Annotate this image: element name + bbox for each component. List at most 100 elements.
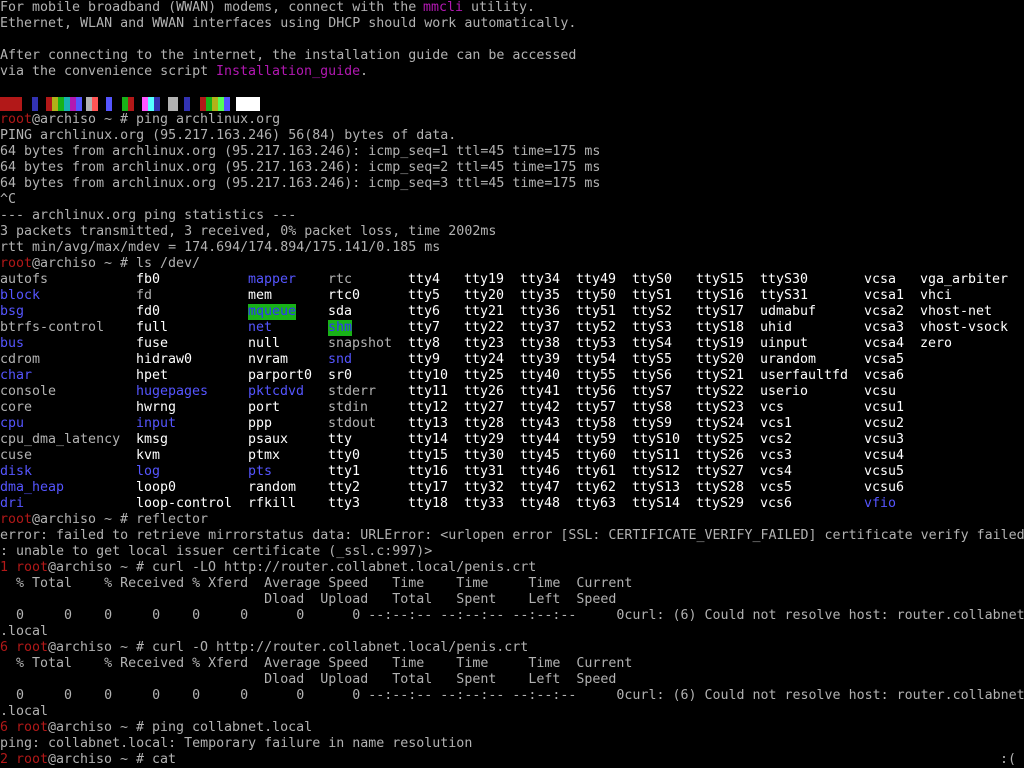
dev-entry-tty46: tty46	[520, 464, 561, 479]
intro-text: utility.	[463, 0, 536, 15]
dev-entry-tty43: tty43	[520, 416, 561, 431]
intro-line-4: After connecting to the internet, the in…	[0, 48, 1024, 64]
dev-entry-tty9: tty9	[408, 352, 441, 367]
command-text: ping archlinux.org	[136, 112, 281, 127]
dev-entry-tty17: tty17	[408, 480, 449, 495]
dev-entry-bsg: bsg	[0, 304, 25, 319]
dev-entry-tty10: tty10	[408, 368, 449, 383]
intro-line-2: Ethernet, WLAN and WWAN interfaces using…	[0, 16, 1024, 32]
dev-entry-vcsa5: vcsa5	[864, 352, 905, 367]
curl-progress-wrap: .local	[0, 624, 49, 639]
dev-entry-parport0: parport0	[248, 368, 313, 383]
output-text: 3 packets transmitted, 3 received, 0% pa…	[0, 224, 497, 239]
output-line: rtt min/avg/max/mdev = 174.694/174.894/1…	[0, 240, 1024, 256]
dev-entry-tty: tty	[328, 432, 353, 447]
dev-entry-tty7: tty7	[408, 320, 441, 335]
dev-entry-tty23: tty23	[464, 336, 505, 351]
dev-entry-vhost-vsock: vhost-vsock	[920, 320, 1009, 335]
dev-entry-tty44: tty44	[520, 432, 561, 447]
dev-entry-ttyS10: ttyS10	[632, 432, 681, 447]
dev-entry-ttyS11: ttyS11	[632, 448, 681, 463]
dev-entry-tty19: tty19	[464, 272, 505, 287]
dev-entry-tty0: tty0	[328, 448, 361, 463]
dev-entry-tty57: tty57	[576, 400, 617, 415]
output-line: Dload Upload Total Spent Left Speed	[0, 672, 1024, 688]
dev-entry-ttyS4: ttyS4	[632, 336, 673, 351]
prompt-host: @archiso	[32, 256, 97, 271]
prompt-user: root	[16, 720, 49, 735]
dev-entry-cpu: cpu	[0, 416, 25, 431]
dev-entry-mem: mem	[248, 288, 273, 303]
command-input[interactable]: cat	[152, 752, 176, 768]
dev-entry-tty36: tty36	[520, 304, 561, 319]
dev-entry-tty25: tty25	[464, 368, 505, 383]
dev-entry-tty35: tty35	[520, 288, 561, 303]
dev-entry-tty18: tty18	[408, 496, 449, 511]
prompt-user: root	[16, 640, 49, 655]
dev-entry-vcsu2: vcsu2	[864, 416, 905, 431]
prompt-host: @archiso	[48, 752, 113, 767]
prompt-suffix: ~ #	[112, 640, 153, 655]
output-text: PING archlinux.org (95.217.163.246) 56(8…	[0, 128, 457, 143]
error-text: : unable to get local issuer certificate…	[0, 544, 433, 559]
dev-entry-ttyS16: ttyS16	[696, 288, 745, 303]
prompt-user: root	[16, 560, 49, 575]
dev-entry-psaux: psaux	[248, 432, 289, 447]
dev-entry-ttyS2: ttyS2	[632, 304, 673, 319]
dev-entry-tty8: tty8	[408, 336, 441, 351]
prompt-line: 1 root @archiso ~ # curl -LO http://rout…	[0, 560, 1024, 576]
command-text: ls /dev/	[136, 256, 201, 271]
dev-entry-tty16: tty16	[408, 464, 449, 479]
dev-entry-tty63: tty63	[576, 496, 617, 511]
dev-entry-block: block	[0, 288, 41, 303]
dev-entry-vfio: vfio	[864, 496, 897, 511]
dev-entry-rtc0: rtc0	[328, 288, 361, 303]
curl-header: Dload Upload Total Spent Left Speed	[0, 672, 617, 687]
dev-entry-hpet: hpet	[136, 368, 169, 383]
output-line: --- archlinux.org ping statistics ---	[0, 208, 1024, 224]
dev-entry-cuse: cuse	[0, 448, 33, 463]
dev-entry-tty38: tty38	[520, 336, 561, 351]
prompt-user: root	[0, 512, 33, 527]
output-line: ^C	[0, 192, 1024, 208]
dev-entry-vcsa2: vcsa2	[864, 304, 905, 319]
dev-entry-uinput: uinput	[760, 336, 809, 351]
output-line: .local	[0, 704, 1024, 720]
dev-entry-ttyS9: ttyS9	[632, 416, 673, 431]
dev-entry-userio: userio	[760, 384, 809, 399]
active-prompt-line[interactable]: 2 root @archiso ~ # cat :(	[0, 752, 1024, 768]
dev-entry-stdout: stdout	[328, 416, 377, 431]
dev-entry-kvm: kvm	[136, 448, 161, 463]
dev-entry-autofs: autofs	[0, 272, 49, 287]
dev-entry-snd: snd	[328, 352, 353, 367]
dev-entry-loop0: loop0	[136, 480, 177, 495]
dev-entry-vcsu1: vcsu1	[864, 400, 905, 415]
dev-entry-ttyS15: ttyS15	[696, 272, 745, 287]
dev-entry-input: input	[136, 416, 177, 431]
dev-entry-vcsa3: vcsa3	[864, 320, 905, 335]
curl-header: Dload Upload Total Spent Left Speed	[0, 592, 617, 607]
error-text: error: failed to retrieve mirrorstatus d…	[0, 528, 1024, 543]
dev-entry-ttyS13: ttyS13	[632, 480, 681, 495]
output-text: 64 bytes from archlinux.org (95.217.163.…	[0, 176, 601, 191]
dev-entry-pts: pts	[248, 464, 273, 479]
prompt-host: @archiso	[32, 112, 97, 127]
dev-entry-mqueue: mqueue	[248, 304, 297, 320]
curl-progress: 0 0 0 0 0 0 0 0 --:--:-- --:--:-- --:--:…	[0, 688, 1024, 703]
dev-entry-vcs4: vcs4	[760, 464, 793, 479]
prompt-suffix: ~ #	[96, 256, 137, 271]
dev-entry-tty32: tty32	[464, 480, 505, 495]
dev-entry-uhid: uhid	[760, 320, 793, 335]
dev-entry-tty20: tty20	[464, 288, 505, 303]
dev-entry-ttyS0: ttyS0	[632, 272, 673, 287]
prompt-user: root	[0, 112, 33, 127]
dev-entry-tty6: tty6	[408, 304, 441, 319]
dev-entry-tty34: tty34	[520, 272, 561, 287]
dev-entry-vcs6: vcs6	[760, 496, 793, 511]
dev-entry-ptmx: ptmx	[248, 448, 281, 463]
dev-entry-char: char	[0, 368, 33, 383]
dev-entry-vcsu4: vcsu4	[864, 448, 905, 463]
terminal-console[interactable]: For mobile broadband (WWAN) modems, conn…	[0, 0, 1024, 768]
dev-entry-btrfs-control: btrfs-control	[0, 320, 105, 335]
error-line: : unable to get local issuer certificate…	[0, 544, 1024, 560]
